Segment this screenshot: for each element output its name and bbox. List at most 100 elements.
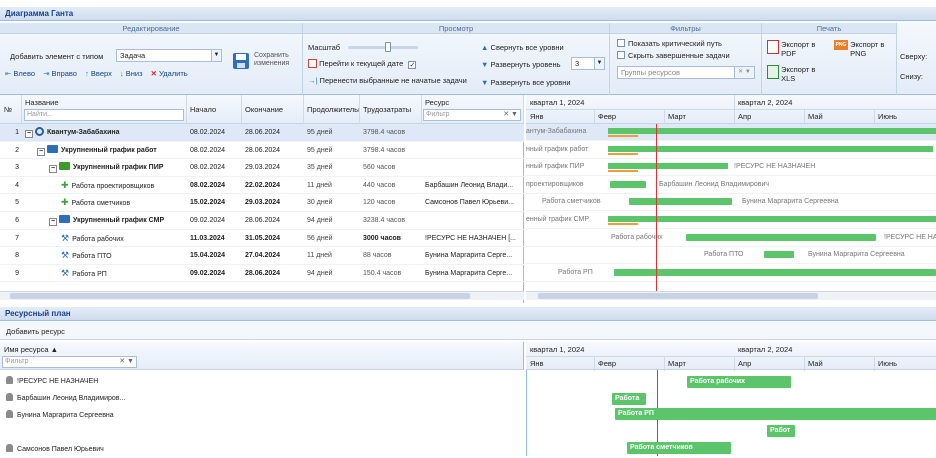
critical-path-toggle[interactable]: Показать критический путь [617,39,722,48]
save-button[interactable]: Сохранить изменения [230,50,300,74]
cell-start: 09.02.2024 [190,269,226,277]
chevron-down-icon[interactable]: ✕ ▼ [734,67,754,78]
col-num[interactable]: № [0,95,22,124]
cell-name[interactable]: − Укрупненный график СМР [22,212,187,229]
resource-row[interactable]: Барбашин Леонид Владимиров... [0,393,524,407]
clear-filter-icon[interactable]: ✕ ▼ [119,357,134,367]
name-search-input[interactable]: Найти... [24,109,184,121]
scale-slider-thumb[interactable] [385,42,391,52]
collapse-toggle-icon[interactable]: − [37,147,45,156]
collapse-toggle-icon[interactable]: − [49,218,57,226]
add-type-select[interactable]: Задача ▼ [116,49,222,62]
cell-name[interactable]: ⚒ Работа рабочих [22,230,187,247]
expand-level-button[interactable]: ▼ Развернуть уровень [481,60,561,69]
col-end[interactable]: Окончание [242,95,304,124]
user-icon [6,393,13,401]
resource-load-bar[interactable]: Работа РП [615,408,936,420]
summary-bar[interactable] [608,216,936,222]
resource-filter-input[interactable]: Фильтр ✕ ▼ [423,109,521,121]
table-row[interactable]: 2 − Укрупненный график работ 08.02.2024 28.0… [0,142,524,160]
collapse-toggle-icon[interactable]: − [25,130,33,138]
resource-groups-select[interactable]: Группы ресурсов ✕ ▼ [617,66,755,79]
cell-name[interactable]: − Квантум-Забабахина [22,124,187,141]
grid-hscrollbar[interactable] [0,291,524,300]
summary-bar[interactable] [608,163,728,170]
collapse-all-button[interactable]: ▲ Свернуть все уровни [481,43,564,52]
summary-bar[interactable] [608,128,936,134]
resource-row[interactable]: !РЕСУРС НЕ НАЗНАЧЕН [0,376,524,390]
timeline-hscrollbar[interactable] [526,291,936,300]
move-right-button[interactable]: ⇥ Вправо [43,69,77,78]
cell-name[interactable]: ✚ Работа сметчиков [22,194,187,211]
cell-name[interactable]: ⚒ Работа ПТО [22,247,187,264]
resource-col-label[interactable]: Имя ресурса ▲ [4,345,58,354]
hide-done-toggle[interactable]: Скрыть завершенные задачи [617,51,730,60]
critical-path-checkbox[interactable] [617,39,625,47]
resource-load-bar[interactable]: Работа сметчиков [627,442,731,454]
month-label: Февр [598,112,617,121]
cell-start: 09.02.2024 [190,217,226,224]
chevron-down-icon[interactable]: ▼ [211,50,221,61]
export-xls-button[interactable]: Экспорт в XLS [767,65,819,83]
task-bar[interactable] [629,198,732,206]
chevron-down-icon[interactable]: ▼ [594,58,604,69]
task-bar[interactable] [764,251,794,259]
cell-end: 29.03.2024 [245,164,281,172]
table-row[interactable]: 8 ⚒ Работа ПТО 15.04.2024 27.04.2024 11 дней 8… [0,247,524,265]
expand-level-select[interactable]: 3 ▼ [571,57,605,70]
resource-filter-field[interactable]: Фильтр ✕ ▼ [2,356,137,368]
resource-load-bar[interactable]: Работ [767,425,795,437]
cell-resource [422,159,522,176]
cell-name[interactable]: ⚒ Работа РП [22,265,187,282]
cell-name[interactable]: − Укрупненный график работ [22,142,187,159]
col-name[interactable]: Название Найти... [22,95,187,124]
cell-end: 29.03.2024 [245,199,281,207]
table-row[interactable]: 7 ⚒ Работа рабочих 11.03.2024 31.05.2024 56 д… [0,230,524,248]
col-end-label: Окончание [245,105,284,114]
timeline-hscroll-thumb[interactable] [538,293,818,299]
table-row[interactable]: 3 − Укрупненный график ПИР 08.02.2024 29.03.… [0,159,524,177]
cell-start: 08.02.2024 [190,164,226,172]
user-icon [6,376,13,384]
resource-load-bar[interactable]: Работа [612,393,646,405]
collapse-toggle-icon[interactable]: − [49,165,57,174]
move-left-button[interactable]: ⇤ Влево [5,69,35,78]
cell-work: 150.4 часов [363,269,402,277]
goto-today-checkbox[interactable]: ✓ [408,61,417,69]
cell-work: 120 часов [363,199,396,207]
table-row[interactable]: 6 − Укрупненный график СМР 09.02.2024 28.06.… [0,212,524,230]
col-work[interactable]: Трудозатраты [360,95,422,124]
table-row[interactable]: 1− Квантум-Забабахина 08.02.2024 28.06.2024… [0,124,524,142]
goto-today-button[interactable]: Перейти к текущей дате ✓ [308,59,419,69]
task-bar[interactable] [610,180,646,188]
task-name: Укрупненный график работ [61,146,157,154]
cell-name[interactable]: ✚ Работа проектировщиков [22,177,187,194]
table-row[interactable]: 4 ✚ Работа проектировщиков 08.02.2024 22.02.… [0,177,524,195]
bar-label: Работа РП [558,268,593,276]
scale-slider[interactable] [348,46,418,49]
expand-all-button[interactable]: ▼ Развернуть все уровни [481,78,571,87]
cell-start: 08.02.2024 [190,146,226,154]
col-resource[interactable]: Ресурс Фильтр ✕ ▼ [422,95,524,124]
table-row[interactable]: 5 ✚ Работа сметчиков 15.02.2024 29.03.2024 30… [0,194,524,212]
task-bar[interactable] [686,233,876,241]
table-row[interactable]: 9 ⚒ Работа РП 09.02.2024 28.06.2024 94 дней 15… [0,265,524,283]
delete-button[interactable]: ✕ Удалить [151,69,188,78]
move-up-button[interactable]: ↑ Вверх [85,69,112,78]
col-start[interactable]: Начало [187,95,242,124]
task-bar[interactable] [614,268,936,276]
export-png-button[interactable]: PNG Экспорт в PNG [834,40,890,58]
resource-row[interactable]: Бунина Маргарита Сергеевна [0,410,524,424]
resource-load-bar[interactable]: Работа рабочих [687,376,791,388]
move-not-started-button[interactable]: →| Перенести выбранные не начатые задачи [308,76,467,85]
cell-end: 28.06.2024 [245,269,281,277]
hide-done-checkbox[interactable] [617,51,625,59]
cell-duration: 94 дней [307,217,333,224]
clear-filter-icon[interactable]: ✕ ▼ [503,110,518,120]
move-down-button[interactable]: ↓ Вниз [120,69,143,78]
col-duration[interactable]: Продолжительность [304,95,360,124]
grid-hscroll-thumb[interactable] [10,293,470,299]
cell-name[interactable]: − Укрупненный график ПИР [22,159,187,176]
export-pdf-button[interactable]: Экспорт в PDF [767,40,819,58]
add-resource-button[interactable]: Добавить ресурс [6,327,65,336]
